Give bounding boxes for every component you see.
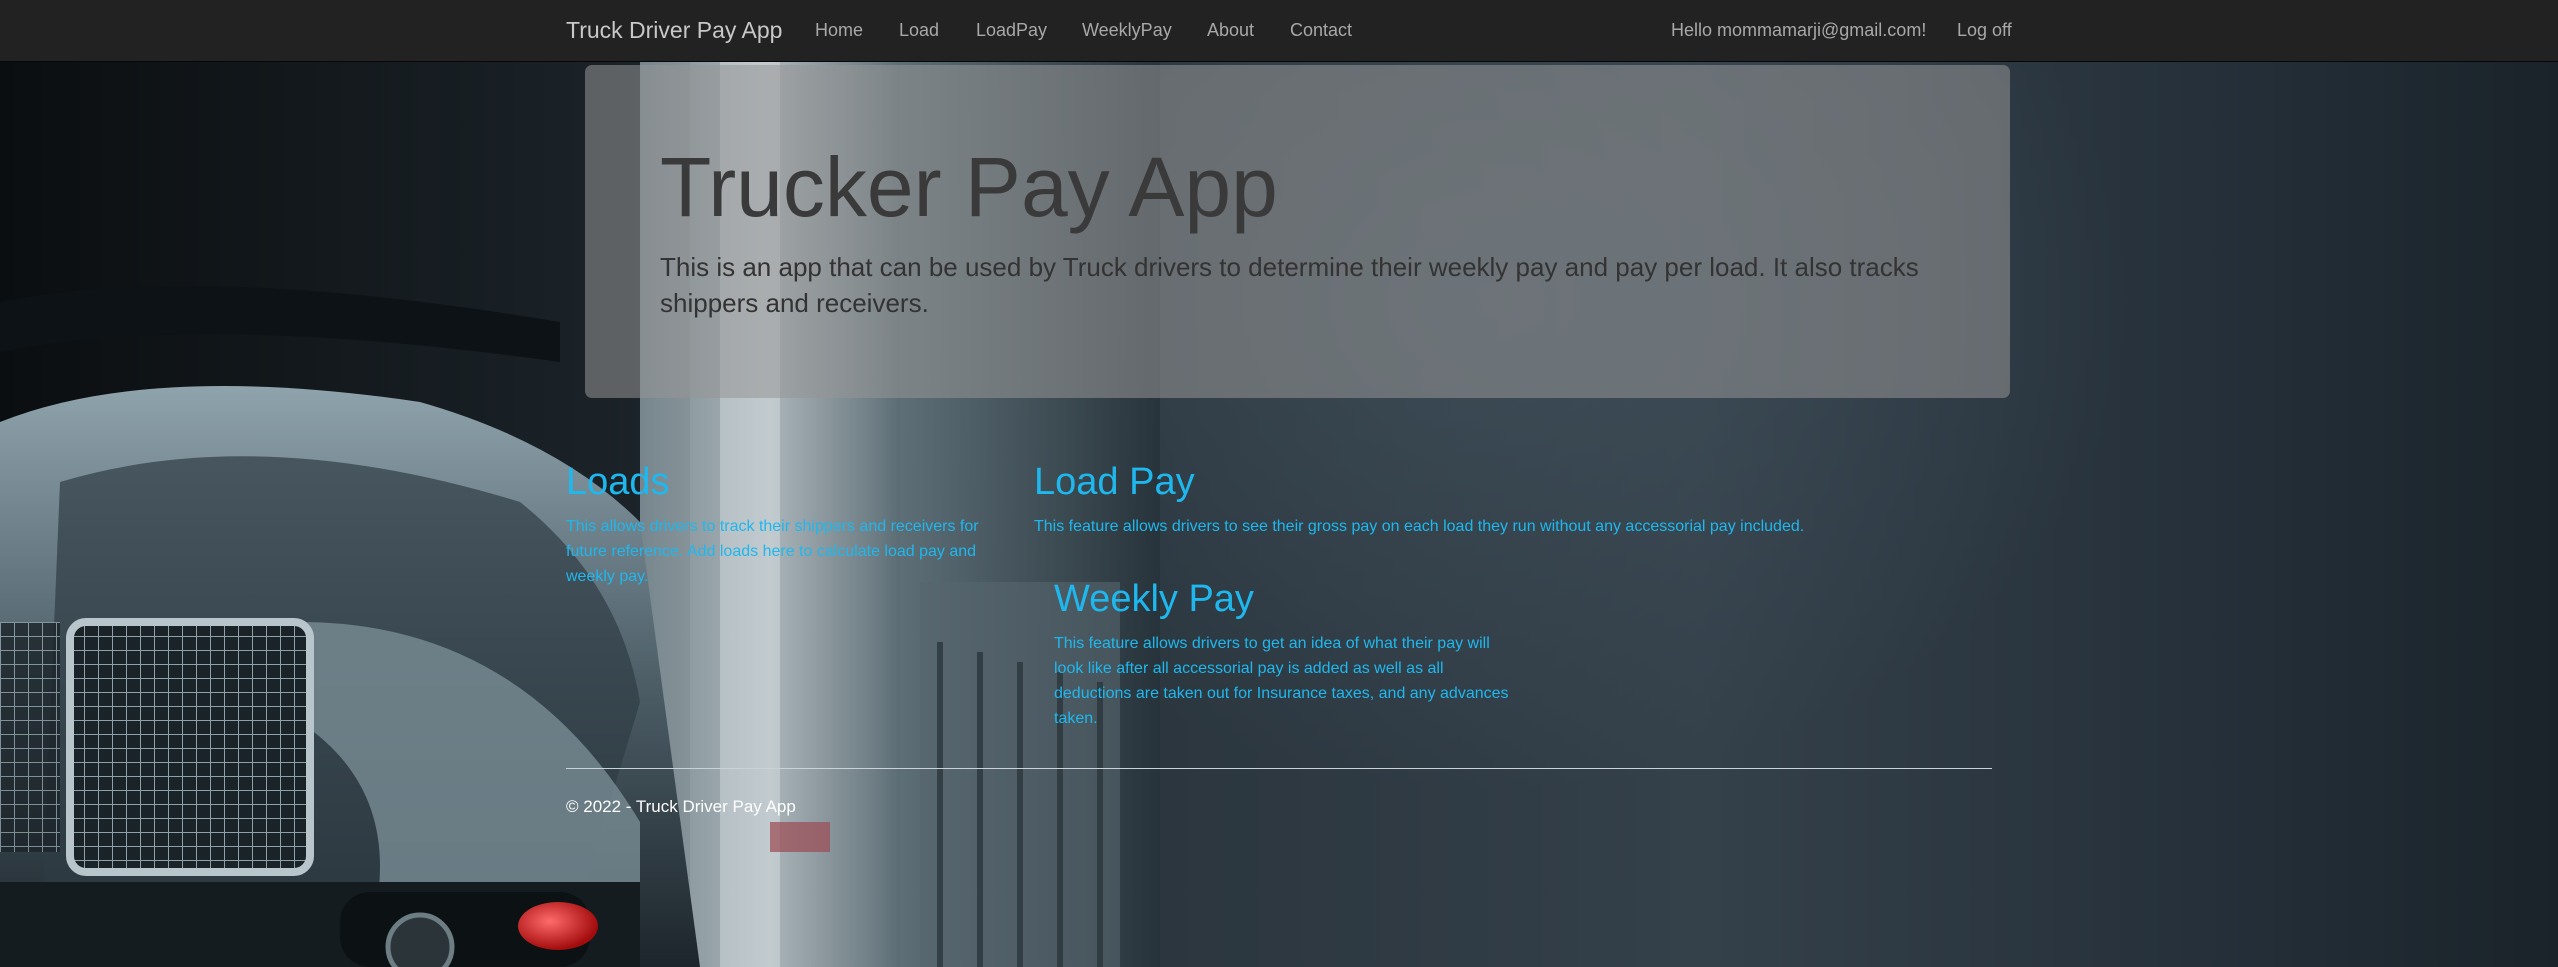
page-title: Trucker Pay App <box>660 140 1278 234</box>
nav-load-link[interactable]: Load <box>899 20 939 41</box>
logoff-link[interactable]: Log off <box>1957 20 2012 41</box>
loads-description: This allows drivers to track their shipp… <box>566 518 979 585</box>
weekly-pay-description: This feature allows drivers to get an id… <box>1054 635 1509 727</box>
load-pay-description: This feature allows drivers to see their… <box>1034 518 1805 535</box>
nav-home-link[interactable]: Home <box>815 20 863 41</box>
load-pay-heading: Load Pay <box>1034 461 1195 503</box>
nav-about-link[interactable]: About <box>1207 20 1254 41</box>
brand-link[interactable]: Truck Driver Pay App <box>566 17 782 44</box>
loads-heading: Loads <box>566 461 670 503</box>
top-navbar: Truck Driver Pay App Home Load LoadPay W… <box>0 0 2558 62</box>
hero-description: This is an app that can be used by Truck… <box>660 252 1919 318</box>
footer-copyright: © 2022 - Truck Driver Pay App <box>566 797 796 816</box>
user-greeting-link[interactable]: Hello mommamarji@gmail.com! <box>1671 20 1926 41</box>
footer-divider <box>566 768 1992 769</box>
nav-weeklypay-link[interactable]: WeeklyPay <box>1082 20 1172 41</box>
hero-jumbotron: Trucker Pay App This is an app that can … <box>585 65 2010 398</box>
nav-loadpay-link[interactable]: LoadPay <box>976 20 1047 41</box>
weekly-pay-heading: Weekly Pay <box>1054 578 1254 620</box>
nav-contact-link[interactable]: Contact <box>1290 20 1352 41</box>
